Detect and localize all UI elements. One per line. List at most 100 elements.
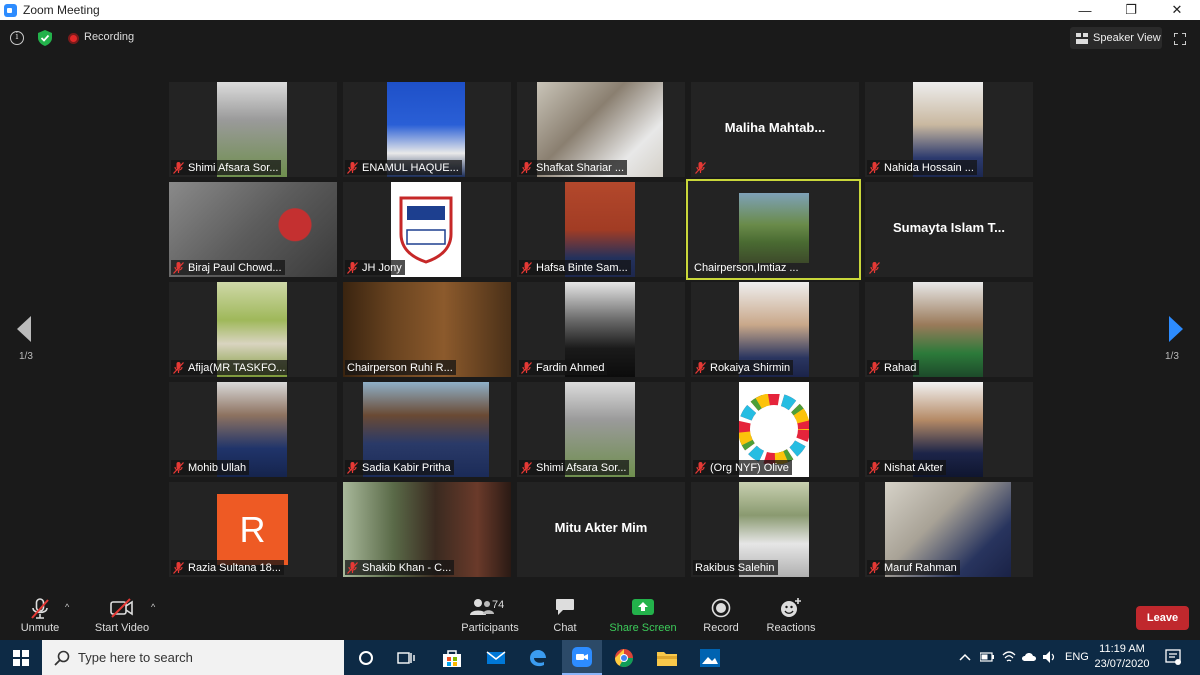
zoom-taskbar-app[interactable] — [562, 640, 602, 675]
cortana-circle-icon — [359, 650, 373, 665]
participant-tile[interactable]: Sadia Kabir Pritha — [343, 382, 511, 477]
chrome-browser-app[interactable] — [604, 640, 644, 675]
participant-name: ENAMUL HAQUE... — [362, 161, 459, 174]
record-icon — [711, 598, 731, 618]
edge-logo-icon — [530, 649, 546, 666]
mic-muted-icon — [173, 361, 184, 374]
next-page-arrow-icon[interactable] — [1168, 316, 1184, 342]
participant-tile[interactable]: Nahida Hossain ... — [865, 82, 1033, 177]
meeting-info-icon[interactable]: i — [10, 31, 24, 45]
participant-tile[interactable]: Shafkat Shariar ... — [517, 82, 685, 177]
participant-tile[interactable]: R Razia Sultana 18... — [169, 482, 337, 577]
participant-caption: Razia Sultana 18... — [171, 560, 284, 575]
participant-tile[interactable]: JH Jony — [343, 182, 511, 277]
close-button[interactable]: ✕ — [1154, 0, 1200, 20]
participant-tile[interactable]: Hafsa Binte Sam... — [517, 182, 685, 277]
grid-view-icon — [1076, 32, 1088, 44]
participant-tile[interactable]: Mohib Ullah — [169, 382, 337, 477]
task-view-button[interactable] — [386, 640, 426, 675]
onedrive-cloud-icon[interactable] — [1021, 651, 1037, 662]
wifi-icon[interactable] — [1002, 650, 1016, 664]
participant-caption: Rahad — [867, 360, 920, 375]
participant-tile[interactable]: Chairperson Ruhi R... — [343, 282, 511, 377]
chat-button[interactable]: Chat — [545, 590, 585, 640]
participant-tile[interactable]: Sumayta Islam T... — [865, 182, 1033, 277]
participant-name: Fardin Ahmed — [536, 361, 605, 374]
audio-options-caret-icon[interactable]: ^ — [65, 602, 69, 612]
meeting-controls-toolbar: Unmute ^ Start Video ^ 74 Participants C… — [0, 590, 1200, 640]
reactions-button[interactable]: Reactions — [764, 590, 818, 640]
start-video-label: Start Video — [94, 622, 150, 634]
participant-video — [739, 193, 809, 263]
participant-tile[interactable]: Afija(MR TASKFO... — [169, 282, 337, 377]
mail-app[interactable] — [476, 640, 516, 675]
minimize-button[interactable]: — — [1062, 0, 1108, 20]
participant-tile[interactable]: Mitu Akter Mim — [517, 482, 685, 577]
participant-tile[interactable]: Rahad — [865, 282, 1033, 377]
microsoft-store-app[interactable] — [432, 640, 472, 675]
participant-caption — [867, 260, 887, 275]
participants-label: Participants — [461, 622, 519, 634]
unmute-button[interactable]: Unmute — [14, 590, 66, 640]
show-hidden-icons-chevron-icon[interactable] — [959, 653, 971, 661]
share-screen-icon — [632, 599, 654, 615]
share-screen-button[interactable]: Share Screen — [607, 590, 679, 640]
participant-tile[interactable]: Shakib Khan - C... — [343, 482, 511, 577]
participant-tile[interactable]: Shimi Afsara Sor... — [169, 82, 337, 177]
participant-tile[interactable]: Fardin Ahmed — [517, 282, 685, 377]
mic-muted-icon — [173, 161, 184, 174]
participant-tile[interactable]: Rakibus Salehin — [691, 482, 859, 577]
participant-caption: Biraj Paul Chowd... — [171, 260, 285, 275]
share-screen-label: Share Screen — [609, 622, 677, 634]
participants-button[interactable]: 74 Participants — [460, 590, 520, 640]
edge-browser-app[interactable] — [518, 640, 558, 675]
volume-speaker-icon[interactable] — [1042, 650, 1056, 664]
leave-meeting-button[interactable]: Leave — [1136, 606, 1189, 630]
participant-name: Nahida Hossain ... — [884, 161, 974, 174]
participant-tile[interactable]: Maliha Mahtab... — [691, 82, 859, 177]
fullscreen-icon[interactable] — [1174, 33, 1186, 45]
participant-caption: JH Jony — [345, 260, 405, 275]
participant-avatar: R — [217, 494, 288, 565]
participant-tile[interactable]: Maruf Rahman — [865, 482, 1033, 577]
participant-tile[interactable]: ENAMUL HAQUE... — [343, 82, 511, 177]
windows-taskbar: Type here to search ENG 11:19 AM 23/07/2… — [0, 640, 1200, 675]
record-button[interactable]: Record — [700, 590, 742, 640]
participant-caption: Shafkat Shariar ... — [519, 160, 628, 175]
participant-caption: ENAMUL HAQUE... — [345, 160, 462, 175]
mic-muted-icon — [521, 361, 532, 374]
speaker-view-button[interactable]: Speaker View — [1070, 27, 1162, 49]
input-language-indicator[interactable]: ENG — [1065, 651, 1089, 663]
mic-muted-icon — [347, 561, 358, 574]
recording-label: Recording — [84, 31, 135, 43]
taskbar-clock[interactable]: 11:19 AM 23/07/2020 — [1093, 642, 1151, 672]
cortana-button[interactable] — [346, 640, 386, 675]
photos-app[interactable] — [690, 640, 730, 675]
meeting-topbar: i Recording Speaker View — [0, 20, 1200, 58]
participant-caption: (Org NYF) Olive — [693, 460, 792, 475]
mic-muted-icon — [521, 161, 532, 174]
start-video-button[interactable]: Start Video — [92, 590, 152, 640]
mic-muted-icon — [521, 261, 532, 274]
participant-name: Shafkat Shariar ... — [536, 161, 625, 174]
participant-tile[interactable]: (Org NYF) Olive — [691, 382, 859, 477]
previous-page-arrow-icon[interactable] — [16, 316, 32, 342]
participant-tile[interactable]: Rokaiya Shirmin — [691, 282, 859, 377]
photos-icon — [700, 648, 720, 667]
maximize-button[interactable]: ❐ — [1108, 0, 1154, 20]
right-page-indicator: 1/3 — [1165, 351, 1179, 362]
mic-muted-icon — [695, 461, 706, 474]
battery-icon[interactable] — [980, 651, 994, 663]
action-center-notification-icon[interactable] — [1165, 649, 1181, 665]
encryption-shield-icon[interactable] — [38, 30, 52, 46]
participant-tile[interactable]: Biraj Paul Chowd... — [169, 182, 337, 277]
participant-tile[interactable]: Nishat Akter — [865, 382, 1033, 477]
active-speaker-tile[interactable]: Chairperson,Imtiaz ... — [686, 179, 861, 280]
video-options-caret-icon[interactable]: ^ — [151, 602, 155, 612]
participant-tile[interactable]: Shimi Afsara Sor... — [517, 382, 685, 477]
file-explorer-app[interactable] — [647, 640, 687, 675]
participant-caption: Chairperson,Imtiaz ... — [692, 260, 802, 275]
windows-start-button[interactable] — [0, 640, 42, 675]
taskbar-search-input[interactable]: Type here to search — [42, 640, 344, 675]
participant-caption: Nishat Akter — [867, 460, 947, 475]
